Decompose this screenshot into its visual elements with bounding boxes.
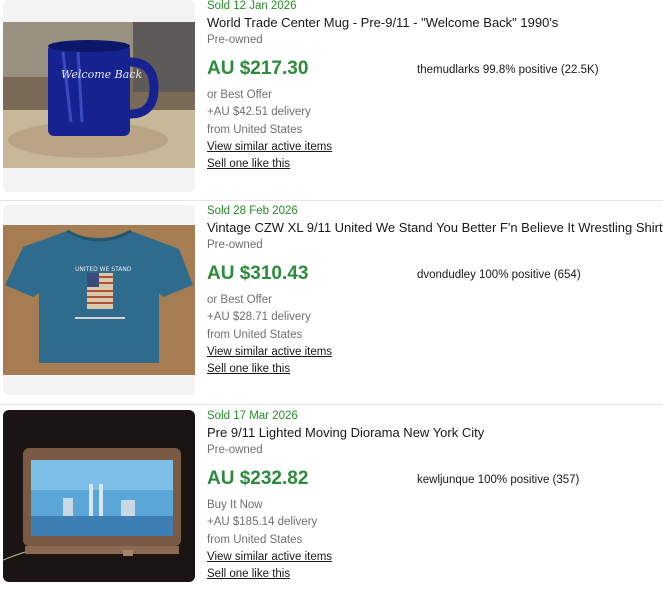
sold-price: AU $232.82: [207, 468, 309, 489]
item-origin: from United States: [207, 534, 303, 546]
svg-text:UNITED WE STAND: UNITED WE STAND: [75, 266, 132, 273]
listing-title-link[interactable]: Vintage CZW XL 9/11 United We Stand You …: [207, 220, 663, 235]
sold-date: Sold 12 Jan 2026: [207, 0, 297, 12]
seller-info: dvondudley 100% positive (654): [417, 269, 581, 281]
condition-label: Pre-owned: [207, 34, 263, 46]
condition-label: Pre-owned: [207, 239, 263, 251]
view-similar-link[interactable]: View similar active items: [207, 141, 332, 153]
delivery-cost: +AU $28.71 delivery: [207, 311, 311, 323]
purchase-format: Buy It Now: [207, 499, 263, 511]
listing-title-link[interactable]: Pre 9/11 Lighted Moving Diorama New York…: [207, 425, 484, 440]
svg-text:Welcome Back: Welcome Back: [61, 68, 142, 81]
view-similar-link[interactable]: View similar active items: [207, 551, 332, 563]
sell-one-link[interactable]: Sell one like this: [207, 568, 290, 580]
seller-info: kewljunque 100% positive (357): [417, 474, 580, 486]
listing-image[interactable]: Welcome Back: [3, 0, 195, 192]
purchase-format: or Best Offer: [207, 294, 272, 306]
item-origin: from United States: [207, 124, 303, 136]
sold-price: AU $217.30: [207, 58, 309, 79]
item-origin: from United States: [207, 329, 303, 341]
delivery-cost: +AU $42.51 delivery: [207, 106, 311, 118]
sell-one-link[interactable]: Sell one like this: [207, 363, 290, 375]
sell-one-link[interactable]: Sell one like this: [207, 158, 290, 170]
seller-info: themudlarks 99.8% positive (22.5K): [417, 64, 599, 76]
listing-title-link[interactable]: World Trade Center Mug - Pre-9/11 - "Wel…: [207, 15, 558, 30]
sold-date: Sold 17 Mar 2026: [207, 410, 298, 422]
purchase-format: or Best Offer: [207, 89, 272, 101]
view-similar-link[interactable]: View similar active items: [207, 346, 332, 358]
listing-item: Sold 17 Mar 2026 Pre 9/11 Lighted Moving…: [0, 410, 663, 589]
listing-divider: [0, 404, 663, 405]
diorama-photo: [3, 410, 195, 582]
sold-date: Sold 28 Feb 2026: [207, 205, 298, 217]
delivery-cost: +AU $185.14 delivery: [207, 516, 318, 528]
condition-label: Pre-owned: [207, 444, 263, 456]
listing-image[interactable]: UNITED WE STAND: [3, 205, 195, 395]
sold-price: AU $310.43: [207, 263, 309, 284]
listing-item: UNITED WE STAND Sold 28 Feb 2026 Vintage…: [0, 205, 663, 405]
tshirt-photo: UNITED WE STAND: [3, 205, 195, 395]
listing-image[interactable]: [3, 410, 195, 582]
listing-item: Welcome Back Sold 12 Jan 2026 World Trad…: [0, 0, 663, 200]
listing-divider: [0, 200, 663, 201]
mug-photo: Welcome Back: [3, 0, 195, 192]
